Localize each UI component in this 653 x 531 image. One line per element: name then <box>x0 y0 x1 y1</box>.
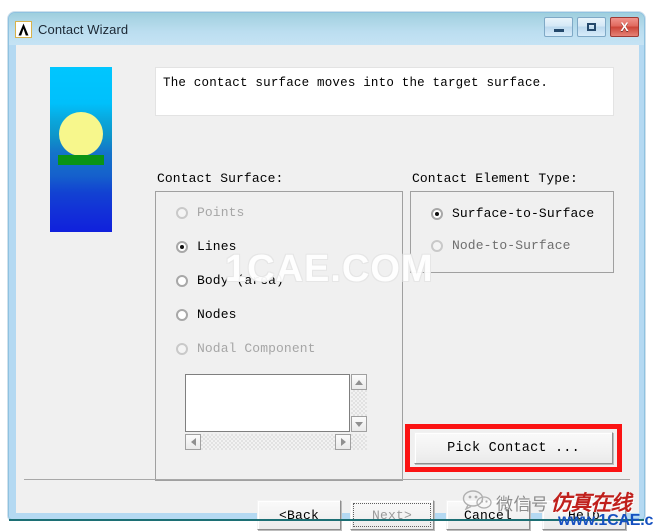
sun-shape <box>59 112 103 156</box>
window-controls: X <box>544 17 639 37</box>
description-text: The contact surface moves into the targe… <box>163 76 549 90</box>
contact-element-type-group: Surface-to-Surface Node-to-Surface <box>410 191 614 273</box>
radio-nodal-component-icon <box>176 342 188 355</box>
help-button-mnemonic: H <box>567 507 576 523</box>
radio-nodes-label: Nodes <box>197 307 237 322</box>
radio-nodes[interactable]: Nodes <box>176 307 237 322</box>
scroll-up-button[interactable] <box>351 374 367 390</box>
radio-node-to-surface-label: Node-to-Surface <box>452 238 571 253</box>
minimize-button[interactable] <box>544 17 573 37</box>
ansys-lambda-icon <box>15 20 32 38</box>
radio-nodes-icon[interactable] <box>176 308 188 321</box>
nodal-component-listbox[interactable] <box>185 374 350 432</box>
listbox-vertical-scrollbar[interactable] <box>351 374 367 432</box>
radio-points-label: Points <box>197 205 245 220</box>
cancel-button-rest: ncel <box>480 507 513 523</box>
nodal-component-listbox-wrapper <box>185 374 367 450</box>
back-button-rest: ack <box>295 507 320 523</box>
wizard-illustration <box>50 67 112 232</box>
close-button[interactable]: X <box>610 17 639 37</box>
minimize-icon <box>553 28 564 32</box>
title-bar[interactable]: Contact Wizard X <box>9 13 644 45</box>
radio-nodal-component-label: Nodal Component <box>197 341 316 356</box>
cancel-button[interactable]: Ca ncel <box>446 500 530 530</box>
cancel-button-pre: C <box>463 507 472 523</box>
radio-body-area-icon[interactable] <box>176 274 188 287</box>
ground-bar-shape <box>58 155 104 165</box>
radio-surface-to-surface-icon[interactable] <box>431 207 443 220</box>
help-button[interactable]: Help <box>542 500 626 530</box>
next-button-suffix: > <box>404 507 413 523</box>
back-button-mnemonic: B <box>286 507 295 523</box>
cancel-button-mnemonic: a <box>471 507 480 523</box>
next-button: Next > <box>350 500 434 530</box>
radio-lines[interactable]: Lines <box>176 239 237 254</box>
radio-surface-to-surface[interactable]: Surface-to-Surface <box>431 206 594 221</box>
chevron-up-icon <box>355 379 363 385</box>
contact-element-type-caption: Contact Element Type: <box>412 171 578 186</box>
close-icon: X <box>620 20 629 34</box>
next-button-mnemonic: N <box>371 507 380 523</box>
radio-lines-label: Lines <box>197 239 237 254</box>
dialog-client-area: The contact surface moves into the targe… <box>16 45 639 530</box>
next-button-focus-ring: Next > <box>353 503 431 527</box>
scroll-down-button[interactable] <box>351 416 367 432</box>
radio-nodal-component: Nodal Component <box>176 341 316 356</box>
back-button-prefix: < <box>278 507 287 523</box>
radio-points: Points <box>176 205 244 220</box>
chevron-right-icon <box>340 438 346 446</box>
scroll-left-button[interactable] <box>185 434 201 450</box>
back-button[interactable]: < Back <box>257 500 341 530</box>
chevron-left-icon <box>190 438 196 446</box>
maximize-button[interactable] <box>577 17 606 37</box>
next-button-rest: ext <box>379 507 404 523</box>
radio-surface-to-surface-label: Surface-to-Surface <box>452 206 595 221</box>
contact-surface-caption: Contact Surface: <box>157 171 284 186</box>
radio-points-icon <box>176 206 188 219</box>
scroll-right-button[interactable] <box>335 434 351 450</box>
maximize-icon <box>587 23 596 31</box>
listbox-horizontal-scrollbar[interactable] <box>185 434 367 450</box>
radio-lines-icon[interactable] <box>176 240 188 253</box>
radio-node-to-surface-icon[interactable] <box>431 239 443 252</box>
footer-separator <box>24 479 630 480</box>
radio-body-area-label: Body (area) <box>197 273 284 288</box>
radio-body-area[interactable]: Body (area) <box>176 273 284 288</box>
description-panel: The contact surface moves into the targe… <box>155 67 614 116</box>
radio-node-to-surface[interactable]: Node-to-Surface <box>431 238 571 253</box>
help-button-rest: elp <box>576 507 601 523</box>
dialog-window: Contact Wizard X The contact surface mov… <box>8 12 645 530</box>
window-title: Contact Wizard <box>38 21 129 37</box>
pick-contact-button[interactable]: Pick Contact ... <box>414 432 613 464</box>
chevron-down-icon <box>355 421 363 427</box>
